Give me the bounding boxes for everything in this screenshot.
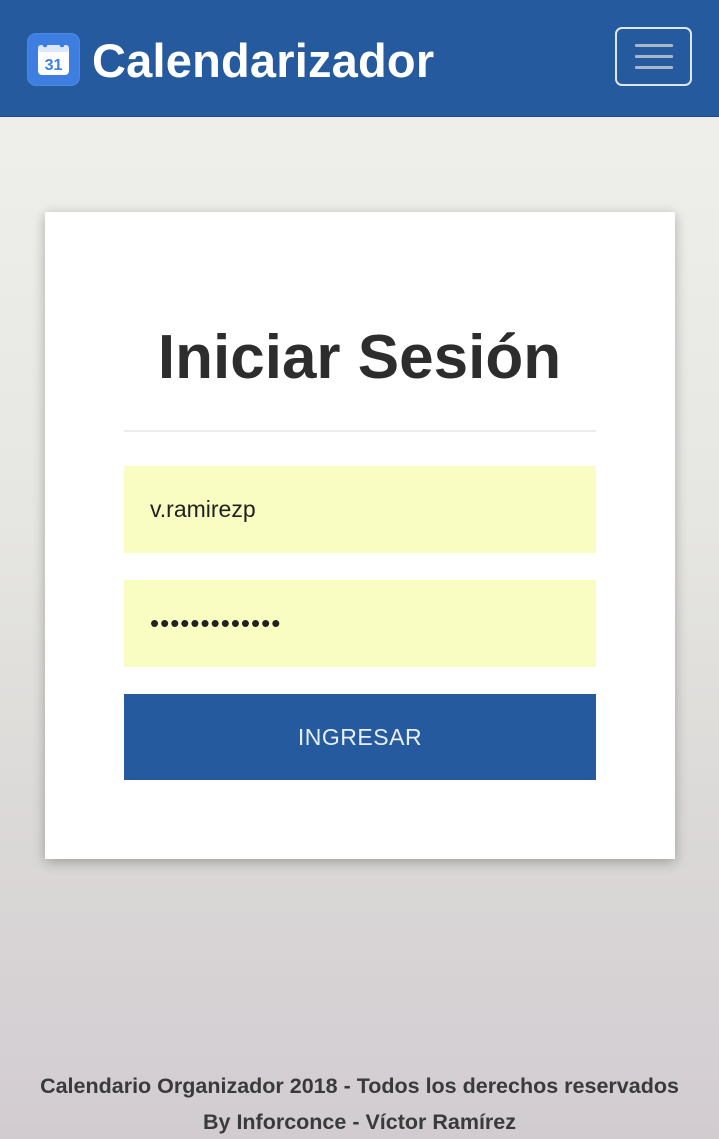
title-divider: [124, 430, 596, 432]
hamburger-menu-button[interactable]: [615, 27, 692, 86]
submit-button[interactable]: INGRESAR: [124, 694, 596, 780]
hamburger-menu-icon: [635, 44, 673, 47]
hamburger-menu-icon-bar: [635, 66, 673, 69]
footer-copyright: Calendario Organizador 2018 - Todos los …: [40, 1074, 679, 1098]
password-field[interactable]: [124, 580, 596, 667]
hamburger-menu-icon-bar: [635, 55, 673, 58]
footer-credits: By Inforconce - Víctor Ramírez: [202, 1110, 517, 1134]
calendar-icon[interactable]: 31: [27, 33, 80, 86]
footer: Calendario Organizador 2018 - Todos los …: [0, 1068, 719, 1139]
page-title: Iniciar Sesión: [157, 323, 562, 392]
navbar: 31 Calendarizador: [0, 0, 719, 117]
username-field[interactable]: [124, 466, 596, 553]
calendar-icon-text: 31: [45, 57, 63, 74]
brand-title[interactable]: Calendarizador: [92, 34, 434, 88]
